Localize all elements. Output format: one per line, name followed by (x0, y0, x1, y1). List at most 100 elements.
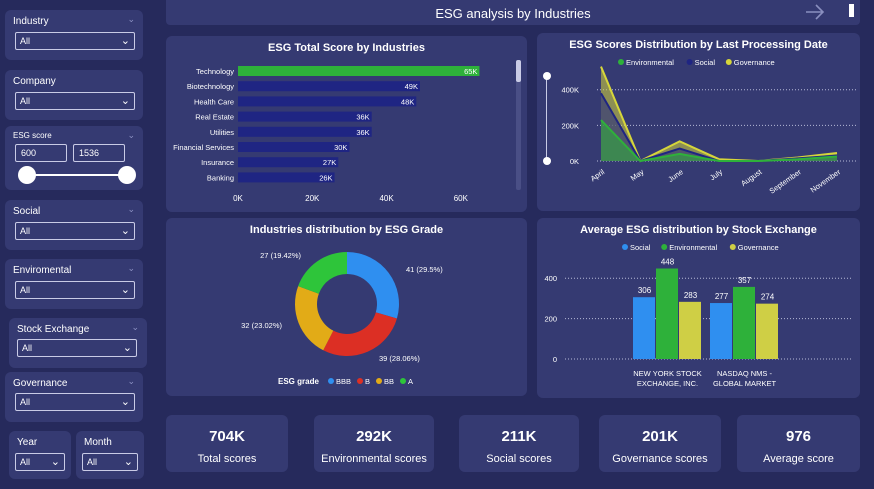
kpi-value: 292K (356, 428, 392, 445)
filter-stock-exchange-label: Stock Exchange (17, 324, 90, 335)
esg-score-min-input[interactable]: 600 (15, 144, 67, 162)
legend-label: Social (695, 58, 716, 67)
social-dropdown-value: All (20, 226, 31, 236)
total-score-bar-chart: 0K 20K 40K 60K Technology 65K Biotechnology 49K… (173, 66, 480, 203)
legend-label: BBB (336, 377, 351, 386)
stock-exchange-dropdown-value: All (22, 343, 33, 353)
chevron-down-icon[interactable]: ⌄ (131, 322, 139, 333)
donut-slice (295, 286, 334, 351)
y-zoom-bottom-handle[interactable] (543, 157, 551, 165)
industry-dropdown-value: All (20, 36, 31, 46)
kpi-label: Average score (763, 453, 834, 465)
chevron-down-icon: ⌄ (120, 396, 130, 408)
range-slider-track[interactable] (27, 174, 127, 176)
slice-label: 27 (19.42%) (260, 251, 301, 260)
filter-company: Company All ⌄ (5, 70, 143, 120)
chevron-down-icon[interactable]: ⌄ (127, 376, 135, 387)
bar (238, 142, 350, 152)
bar (656, 268, 678, 359)
kpi-average-score: 976 Average score (737, 415, 860, 472)
series-line (600, 66, 838, 163)
kpi-total-scores: 704K Total scores (166, 415, 288, 472)
bookmark-icon[interactable] (849, 4, 854, 17)
industry-dropdown[interactable]: All ⌄ (15, 32, 135, 50)
category-label: Utilities (210, 128, 234, 137)
legend-marker (618, 59, 624, 65)
filter-environmental: Enviromental ⌄ All ⌄ (5, 259, 143, 309)
category-label: Real Estate (195, 113, 234, 122)
slice-label: 39 (28.06%) (379, 354, 420, 363)
legend-label: BB (384, 377, 394, 386)
category-label: Biotechnology (187, 82, 234, 91)
legend-label: B (365, 377, 370, 386)
processing-date-area-chart: Environmental Social Governance 0K 200K 400K A… (561, 58, 857, 196)
legend-marker (729, 244, 736, 250)
chart-scrollbar[interactable] (516, 60, 521, 190)
y-zoom-top-handle[interactable] (543, 72, 551, 80)
range-slider-min-handle[interactable] (18, 166, 36, 184)
month-dropdown[interactable]: All ⌄ (82, 453, 138, 471)
environmental-dropdown[interactable]: All ⌄ (15, 281, 135, 299)
y-zoom-slider[interactable] (546, 75, 547, 161)
arrow-right-icon[interactable] (804, 2, 826, 22)
x-tick-label: November (809, 167, 843, 195)
category-label: Banking (207, 173, 234, 182)
chart-scrollbar-thumb[interactable] (516, 60, 521, 82)
slice-label: 41 (29.5%) (406, 265, 443, 274)
social-dropdown[interactable]: All ⌄ (15, 222, 135, 240)
processing-date-chart-panel: ESG Scores Distribution by Last Processi… (537, 33, 860, 211)
bar (238, 66, 480, 76)
category-label: GLOBAL MARKET (713, 379, 776, 388)
data-label: 30K (334, 143, 347, 152)
filter-industry: Industry ⌄ All ⌄ (5, 10, 143, 60)
header-bar: ESG analysis by Industries (166, 0, 860, 25)
stock-exchange-bar-chart: Social Environmental Governance 0 200 400 306 4… (544, 243, 853, 388)
range-slider-max-handle[interactable] (118, 166, 136, 184)
page-title: ESG analysis by Industries (435, 6, 591, 21)
chevron-down-icon[interactable]: ⌄ (127, 14, 135, 25)
data-label: 277 (715, 292, 729, 301)
legend-label: Environmental (669, 243, 717, 252)
kpi-label: Environmental scores (321, 453, 427, 465)
category-label: Health Care (194, 97, 234, 106)
esg-score-max-input[interactable]: 1536 (73, 144, 125, 162)
category-label: Insurance (201, 158, 234, 167)
bar (238, 81, 420, 92)
stock-exchange-chart-panel: Average ESG distribution by Stock Exchan… (537, 218, 860, 398)
filter-company-label: Company (13, 76, 56, 87)
chevron-down-icon[interactable]: ⌄ (127, 204, 135, 215)
filter-month: Month All ⌄ (76, 431, 144, 479)
legend-label: Social (630, 243, 651, 252)
x-tick-label: August (739, 167, 764, 188)
bar (679, 301, 701, 359)
bar (238, 96, 417, 107)
kpi-value: 976 (785, 428, 812, 445)
y-tick-label: 200K (561, 121, 579, 130)
bar (238, 111, 372, 122)
chevron-down-icon: ⌄ (120, 225, 130, 237)
data-label: 49K (405, 82, 418, 91)
company-dropdown[interactable]: All ⌄ (15, 92, 135, 110)
chevron-down-icon[interactable]: ⌄ (127, 263, 135, 274)
data-label: 26K (319, 173, 332, 182)
legend-label: Governance (734, 58, 775, 67)
data-label: 448 (661, 258, 675, 267)
data-label: 357 (738, 276, 752, 285)
legend-marker (686, 59, 693, 65)
kpi-governance-scores: 201K Governance scores (599, 415, 721, 472)
donut-slice (298, 252, 347, 294)
kpi-value: 201K (642, 428, 678, 445)
chevron-down-icon[interactable]: ⌄ (127, 130, 135, 141)
x-tick-label: 40K (379, 194, 394, 203)
stock-exchange-dropdown[interactable]: All ⌄ (17, 339, 137, 357)
month-dropdown-value: All (87, 457, 98, 467)
data-label: 65K (464, 67, 477, 76)
governance-dropdown[interactable]: All ⌄ (15, 393, 135, 411)
year-dropdown[interactable]: All ⌄ (15, 453, 65, 471)
bar (733, 286, 755, 359)
x-tick-label: April (589, 167, 607, 183)
data-label: 48K (401, 97, 414, 106)
legend-title: ESG grade (278, 377, 319, 386)
governance-dropdown-value: All (20, 397, 31, 407)
filter-governance-label: Governance (13, 378, 68, 389)
